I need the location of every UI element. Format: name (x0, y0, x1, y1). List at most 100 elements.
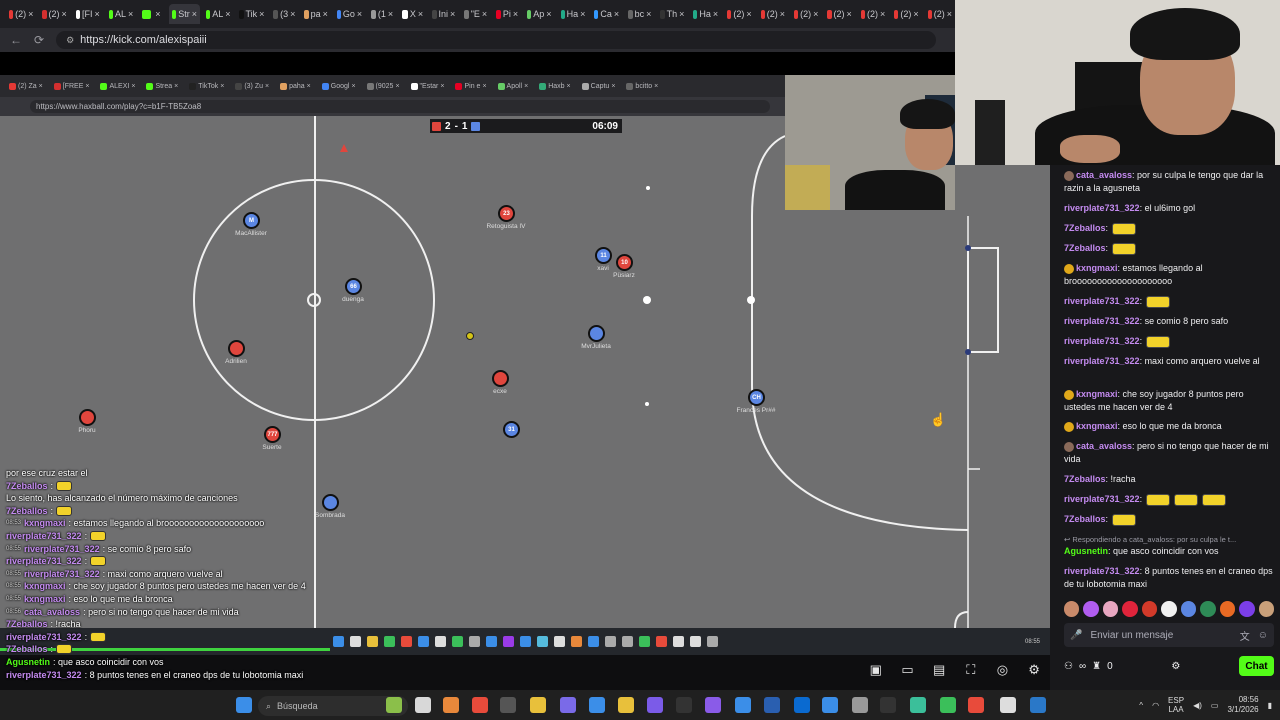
settings-gear-icon[interactable]: ⚙ (1025, 661, 1043, 679)
tab-close-icon[interactable]: × (847, 9, 852, 19)
outer-tab[interactable]: (3 × (270, 4, 298, 24)
quick-emote-icon[interactable] (1180, 601, 1197, 617)
taskbar-app-icon[interactable] (968, 697, 984, 713)
chat-username[interactable]: riverplate731_322 (1064, 203, 1140, 213)
chat-username[interactable]: 7Zeballos (1064, 514, 1106, 524)
outer-tab[interactable]: Ha × (690, 4, 721, 24)
points-icon[interactable]: ⚇ (1064, 661, 1073, 672)
tab-close-icon[interactable]: × (323, 9, 328, 19)
taskbar-app-icon[interactable] (910, 697, 926, 713)
taskbar-app-icon[interactable] (415, 697, 431, 713)
taskbar-clock[interactable]: 08:56 3/1/2026 (1227, 695, 1258, 715)
chat-username[interactable]: riverplate731_322 (1064, 296, 1140, 306)
tab-close-icon[interactable]: × (290, 9, 295, 19)
tab-close-icon[interactable]: × (482, 9, 487, 19)
outer-tab[interactable]: (2) × (891, 4, 921, 24)
mini-player-icon[interactable]: ▤ (930, 661, 948, 679)
url-field[interactable]: ⚙ https://kick.com/alexispaiii (56, 31, 937, 49)
tab-close-icon[interactable]: × (746, 9, 751, 19)
taskbar-app-icon[interactable] (735, 697, 751, 713)
quick-emote-icon[interactable] (1200, 601, 1216, 617)
outer-tab[interactable]: Ap × (524, 4, 554, 24)
translate-icon[interactable]: 文 (1240, 628, 1250, 643)
tab-close-icon[interactable]: × (947, 9, 952, 19)
tab-close-icon[interactable]: × (62, 9, 67, 19)
taskbar-app-icon[interactable] (560, 697, 576, 713)
outer-tab[interactable]: (1 × (368, 4, 396, 24)
chat-username[interactable]: riverplate731_322 (1064, 494, 1140, 504)
outer-tab[interactable]: [FI × (73, 4, 103, 24)
outer-tab[interactable]: Tik × (236, 4, 267, 24)
outer-tab[interactable]: Ha × (558, 4, 589, 24)
tab-close-icon[interactable]: × (418, 9, 423, 19)
outer-tab[interactable]: Str × (169, 4, 201, 24)
wifi-icon[interactable]: ◠ (1152, 701, 1159, 710)
battery-icon[interactable]: ▭ (1211, 701, 1219, 710)
chat-username[interactable]: kxngmaxi (1076, 263, 1118, 273)
taskbar-app-icon[interactable] (443, 697, 459, 713)
pip-icon[interactable]: ▣ (867, 661, 885, 679)
taskbar-app-icon[interactable] (1030, 697, 1046, 713)
tab-close-icon[interactable]: × (128, 9, 133, 19)
chat-input[interactable]: 🎤 Enviar un mensaje 文 ☺ (1064, 623, 1274, 647)
outer-tab[interactable]: (2) × (758, 4, 788, 24)
theater-icon[interactable]: ▭ (898, 661, 916, 679)
outer-tab[interactable]: (2) × (6, 4, 36, 24)
chat-username[interactable]: riverplate731_322 (1064, 336, 1140, 346)
taskbar-app-icon[interactable] (647, 697, 663, 713)
gift-icon[interactable]: ♜ (1092, 661, 1101, 672)
tab-close-icon[interactable]: × (388, 9, 393, 19)
outer-tab[interactable]: × (139, 4, 166, 24)
chat-username[interactable]: kxngmaxi (1076, 421, 1118, 431)
outer-tab[interactable]: Go × (334, 4, 365, 24)
quick-emote-icon[interactable] (1102, 601, 1119, 617)
quick-emote-icon[interactable] (1083, 601, 1099, 617)
quick-emote-icon[interactable] (1161, 601, 1177, 617)
taskbar-app-icon[interactable] (472, 697, 488, 713)
tab-close-icon[interactable]: × (546, 9, 551, 19)
taskbar-app-icon[interactable] (764, 697, 780, 713)
chat-username[interactable]: 7Zeballos (1064, 223, 1106, 233)
outer-tab[interactable]: pa × (301, 4, 331, 24)
tab-close-icon[interactable]: × (155, 9, 160, 19)
quick-emote-icon[interactable] (1239, 601, 1255, 617)
taskbar-app-icon[interactable] (880, 697, 896, 713)
tab-close-icon[interactable]: × (357, 9, 362, 19)
outer-tab[interactable]: Th × (657, 4, 687, 24)
tab-close-icon[interactable]: × (913, 9, 918, 19)
lang-indicator[interactable]: ESP LAA (1168, 696, 1184, 714)
outer-tab[interactable]: (2) × (824, 4, 854, 24)
tab-close-icon[interactable]: × (646, 9, 651, 19)
chat-username[interactable]: riverplate731_322 (1064, 566, 1140, 576)
taskbar-app-icon[interactable] (386, 697, 402, 713)
outer-tab[interactable]: Ca × (591, 4, 622, 24)
tab-close-icon[interactable]: × (679, 9, 684, 19)
outer-tab[interactable]: (2) × (791, 4, 821, 24)
loop-icon[interactable]: ∞ (1079, 661, 1086, 672)
taskbar-app-icon[interactable] (940, 697, 956, 713)
outer-tab[interactable]: Ini × (429, 4, 458, 24)
chat-username[interactable]: riverplate731_322 (1064, 316, 1140, 326)
tab-close-icon[interactable]: × (813, 9, 818, 19)
tab-close-icon[interactable]: × (28, 9, 33, 19)
outer-tab[interactable]: Pi × (493, 4, 521, 24)
tab-close-icon[interactable]: × (225, 9, 230, 19)
quick-emote-icon[interactable] (1219, 601, 1236, 617)
reload-icon[interactable]: ⟳ (34, 33, 44, 47)
tab-close-icon[interactable]: × (780, 9, 785, 19)
tab-close-icon[interactable]: × (95, 9, 100, 19)
quick-emote-icon[interactable] (1141, 601, 1158, 617)
outer-tab[interactable]: bc × (625, 4, 654, 24)
site-info-icon[interactable]: ⚙ (66, 35, 74, 46)
taskbar-app-icon[interactable] (794, 697, 810, 713)
fullscreen-icon[interactable]: ⛶ (962, 661, 980, 679)
quick-emote-icon[interactable] (1122, 601, 1138, 617)
speaker-icon[interactable]: ◀) (1193, 701, 1202, 710)
taskbar-app-icon[interactable] (589, 697, 605, 713)
chat-settings-icon[interactable]: ⚙ (1171, 661, 1180, 672)
chat-username[interactable]: cata_avaloss (1076, 441, 1132, 451)
outer-tab[interactable]: (2) × (724, 4, 754, 24)
chat-username[interactable]: 7Zeballos (1064, 474, 1106, 484)
tab-close-icon[interactable]: × (450, 9, 455, 19)
mic-icon[interactable]: 🎤 (1070, 630, 1082, 641)
